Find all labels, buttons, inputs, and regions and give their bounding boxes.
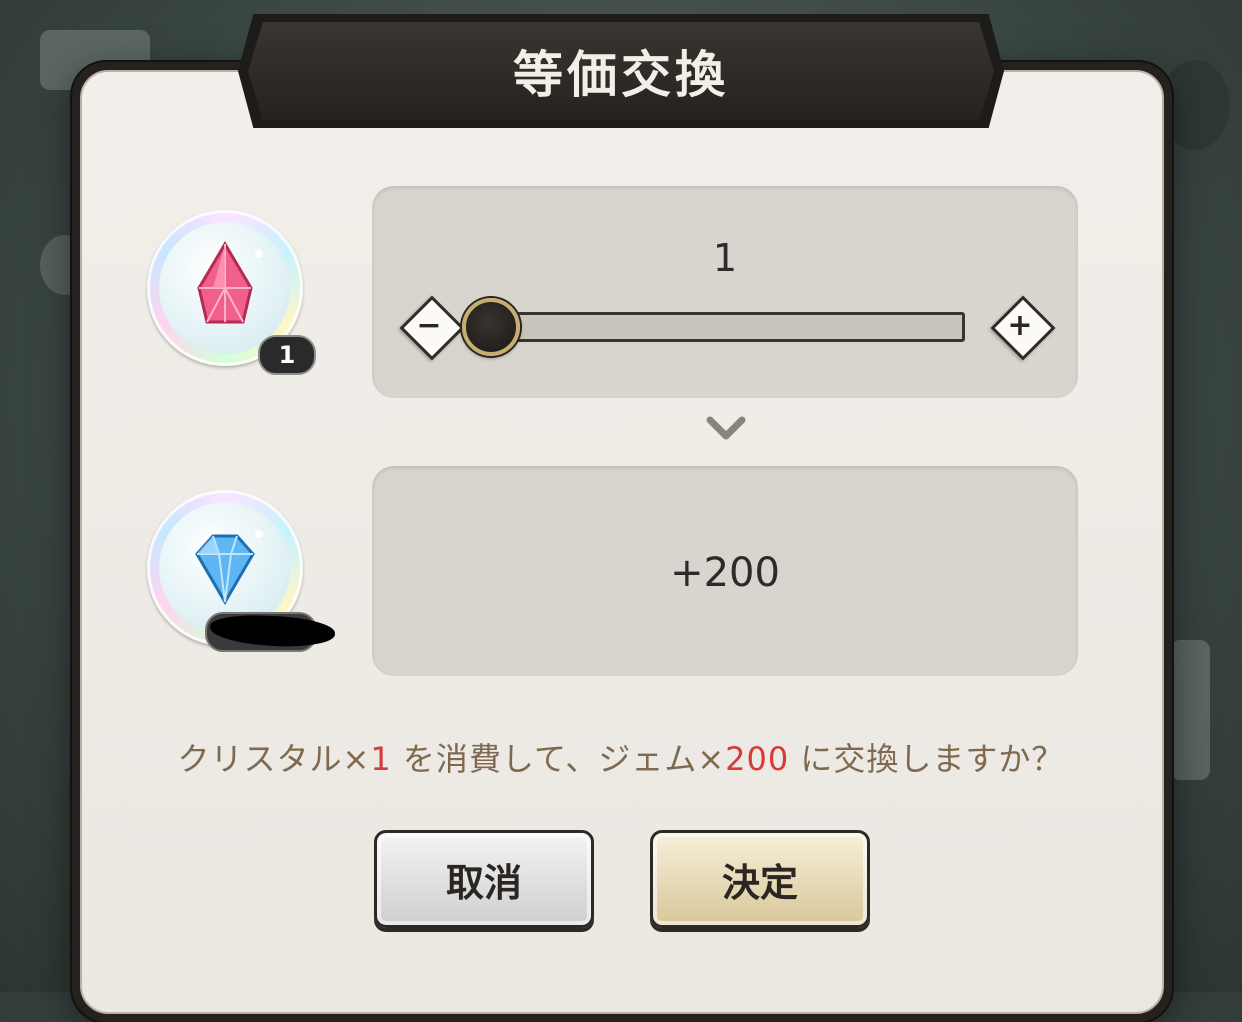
- confirmation-message: クリスタル×1 を消費して、ジェム×200 に交換しますか？: [0, 734, 1242, 780]
- spend-amount: 1: [370, 740, 392, 778]
- decrement-button[interactable]: −: [399, 295, 465, 361]
- result-value: +200: [670, 550, 780, 596]
- chevron-down-icon: [706, 416, 746, 440]
- increment-button[interactable]: +: [990, 295, 1056, 361]
- crystal-count-badge: 1: [258, 335, 316, 375]
- confirm-middle: を消費して、ジェム×: [391, 740, 726, 778]
- gain-amount: 200: [725, 740, 790, 778]
- quantity-slider-track[interactable]: [485, 312, 965, 342]
- confirm-prefix: クリスタル×: [177, 740, 371, 778]
- dialog-title: 等価交換: [513, 46, 729, 104]
- plus-icon: +: [1007, 307, 1033, 343]
- cancel-button[interactable]: 取消: [374, 830, 594, 928]
- confirm-suffix: に交換しますか？: [789, 740, 1065, 778]
- quantity-panel: 1: [372, 186, 1078, 398]
- quantity-value: 1: [712, 236, 738, 280]
- confirm-button[interactable]: 決定: [650, 830, 870, 928]
- minus-icon: −: [416, 307, 442, 343]
- quantity-slider-knob[interactable]: [462, 298, 520, 356]
